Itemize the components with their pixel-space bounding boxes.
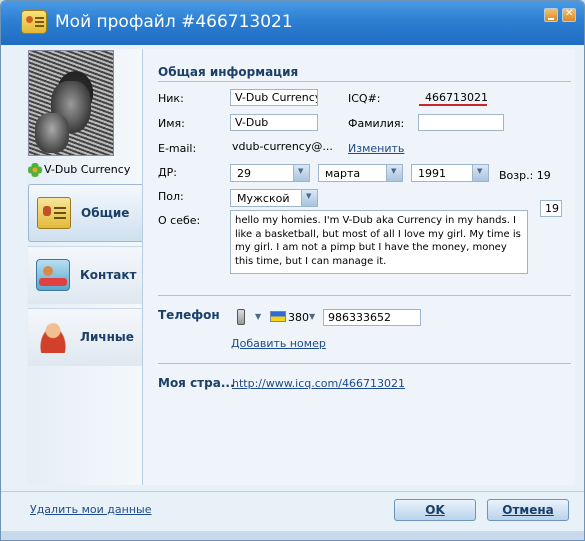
person-icon <box>36 321 70 353</box>
delete-data-link[interactable]: Удалить мои данные <box>30 503 151 516</box>
contact-card-icon <box>36 259 70 291</box>
dob-day-value: 29 <box>237 167 251 180</box>
status-bar <box>1 531 584 540</box>
section-divider <box>158 81 571 82</box>
age-label: Возр.: 19 <box>499 169 551 182</box>
section-title-homepage: Моя стра... <box>158 376 235 390</box>
window-title: Мой профайл #466713021 <box>55 12 293 32</box>
nick-field[interactable]: V-Dub Currency <box>230 89 318 106</box>
sidebar-item-contact[interactable]: Контакт <box>28 246 142 304</box>
sidebar-item-label: Общие <box>81 206 130 220</box>
chevron-down-icon <box>472 165 488 181</box>
id-card-icon <box>21 10 47 34</box>
sidebar-item-general[interactable]: Общие <box>28 184 142 242</box>
chevron-down-icon <box>386 165 402 181</box>
sidebar-item-label: Личные <box>80 330 134 344</box>
chevron-down-icon[interactable]: ▼ <box>255 312 261 321</box>
chevron-down-icon <box>301 190 317 206</box>
email-label: E-mail: <box>158 142 197 155</box>
gender-label: Пол: <box>158 190 184 203</box>
sidebar-nickname: V-Dub Currency <box>27 161 143 179</box>
gender-value: Мужской <box>237 192 290 205</box>
section-title-phone: Телефон <box>158 308 220 322</box>
dob-label: ДР: <box>158 166 177 179</box>
homepage-link[interactable]: http://www.icq.com/466713021 <box>232 377 405 390</box>
ok-button-label: OK <box>425 503 445 517</box>
id-card-icon <box>37 197 71 229</box>
icq-number: 466713021 <box>419 89 488 106</box>
cancel-button[interactable]: Отмена <box>487 499 569 521</box>
surname-field[interactable] <box>418 114 504 131</box>
sidebar-item-label: Контакт <box>80 268 137 282</box>
chevron-down-icon[interactable]: ▼ <box>309 312 315 321</box>
section-title-general: Общая информация <box>158 65 299 79</box>
about-counter: 19 <box>540 200 562 217</box>
profile-window: Мой профайл #466713021 V-Dub Currency Об… <box>0 0 585 541</box>
close-button[interactable] <box>562 8 576 22</box>
section-divider <box>158 363 571 364</box>
title-bar[interactable]: Мой профайл #466713021 <box>1 1 584 45</box>
gender-select[interactable]: Мужской <box>230 189 318 207</box>
ukraine-flag-icon[interactable] <box>270 311 286 322</box>
name-field[interactable]: V-Dub <box>230 114 318 131</box>
add-phone-link[interactable]: Добавить номер <box>231 337 326 350</box>
icq-label: ICQ#: <box>348 92 381 105</box>
dob-month-select[interactable]: марта <box>318 164 403 182</box>
dob-month-value: марта <box>325 167 361 180</box>
name-label: Имя: <box>158 117 185 130</box>
minimize-button[interactable] <box>544 8 558 22</box>
ok-button[interactable]: OK <box>394 499 476 521</box>
dob-year-select[interactable]: 1991 <box>411 164 489 182</box>
sidebar-item-personal[interactable]: Личные <box>28 308 142 366</box>
avatar-hand <box>35 113 69 153</box>
sidebar-nickname-label: V-Dub Currency <box>44 163 131 176</box>
email-change-link[interactable]: Изменить <box>348 142 404 155</box>
footer-divider <box>1 491 584 492</box>
country-code[interactable]: 380 <box>288 311 309 324</box>
surname-label: Фамилия: <box>348 117 405 130</box>
section-divider <box>158 295 571 296</box>
chevron-down-icon <box>293 165 309 181</box>
dob-day-select[interactable]: 29 <box>230 164 310 182</box>
phone-icon[interactable] <box>237 309 245 325</box>
about-label: О себе: <box>158 214 201 227</box>
phone-number-field[interactable]: 986333652 <box>323 309 421 326</box>
dob-year-value: 1991 <box>418 167 446 180</box>
email-value: vdub-currency@... <box>232 140 333 153</box>
nick-label: Ник: <box>158 92 184 105</box>
cancel-button-label: Отмена <box>502 503 554 517</box>
about-textarea[interactable]: hello my homies. I'm V-Dub aka Currency … <box>230 210 528 274</box>
online-status-icon <box>28 163 42 177</box>
avatar[interactable] <box>28 50 114 156</box>
